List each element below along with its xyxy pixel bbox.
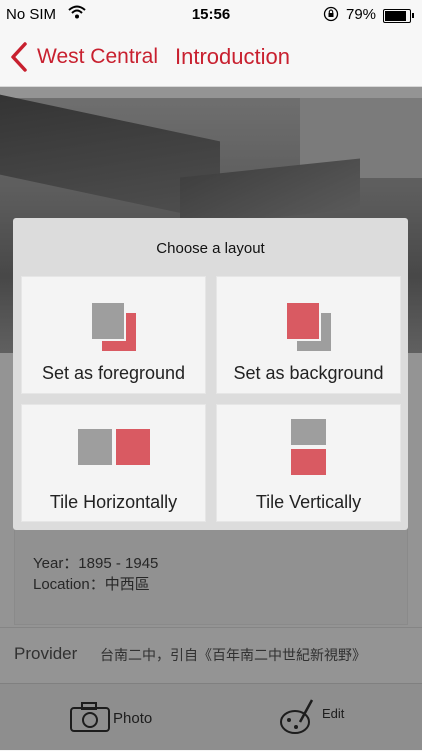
status-bar: No SIM 15:56 79% — [0, 0, 422, 30]
page-title: Introduction — [175, 44, 290, 69]
option-label: Set as background — [233, 363, 384, 383]
tile-horizontally-option[interactable]: Tile Horizontally — [21, 404, 206, 522]
back-chevron-icon[interactable] — [8, 40, 30, 79]
option-label: Tile Horizontally — [49, 492, 178, 512]
orientation-lock-icon — [323, 6, 339, 26]
back-button[interactable]: West Central — [37, 45, 158, 69]
tile-vertical-icon — [291, 419, 326, 475]
tile-vertically-option[interactable]: Tile Vertically — [216, 404, 401, 522]
layout-chooser-dialog: Choose a layout Set as foreground Set as… — [13, 218, 408, 530]
foreground-layout-icon — [90, 301, 136, 351]
dialog-title: Choose a layout — [156, 240, 265, 257]
battery-percent: 79% — [346, 6, 377, 23]
battery-icon — [383, 9, 414, 23]
navigation-bar: West Central Introduction — [0, 30, 422, 87]
option-label: Tile Vertically — [255, 492, 362, 512]
set-foreground-option[interactable]: Set as foreground — [21, 276, 206, 394]
tile-horizontal-icon — [78, 429, 150, 465]
set-background-option[interactable]: Set as background — [216, 276, 401, 394]
option-label: Set as foreground — [41, 363, 186, 383]
background-layout-icon — [285, 301, 331, 351]
